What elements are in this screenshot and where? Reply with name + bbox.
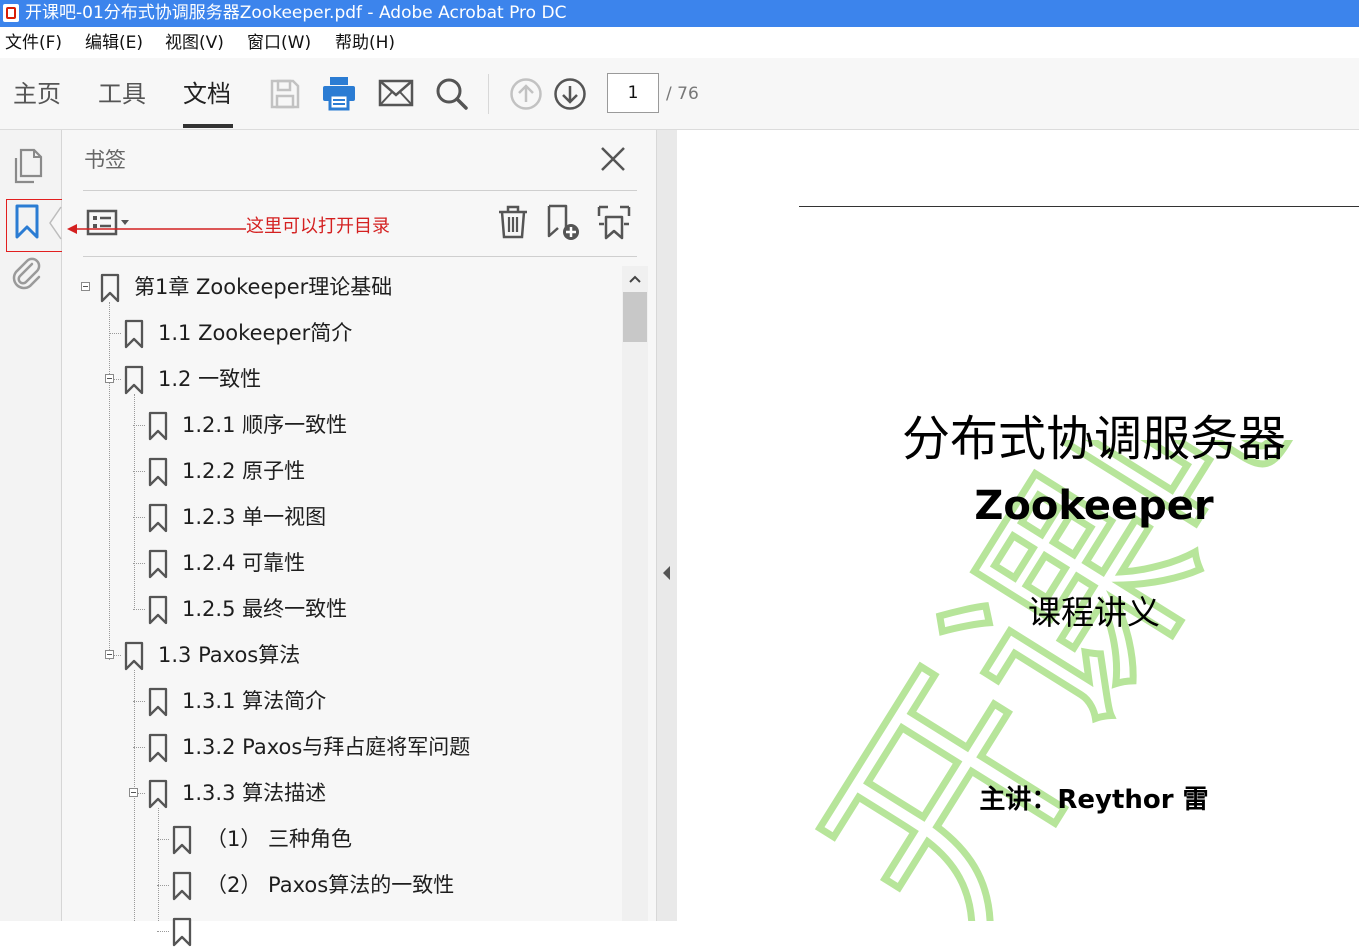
bookmark-label: 1.2.4 可靠性 xyxy=(182,551,306,575)
annotation-text: 这里可以打开目录 xyxy=(246,216,390,237)
prev-page-icon[interactable] xyxy=(509,77,543,111)
menu-help[interactable]: 帮助(H) xyxy=(335,33,395,53)
bookmark-icon xyxy=(148,779,168,809)
panel-pointer-icon xyxy=(49,206,62,240)
next-page-icon[interactable] xyxy=(553,77,587,111)
bookmarks-scrollbar[interactable] xyxy=(622,266,648,921)
document-title: 分布式协调服务器 xyxy=(901,411,1286,467)
collapse-toggle[interactable] xyxy=(105,374,114,383)
bookmark-label: （1） 三种角色 xyxy=(206,827,353,851)
bookmark-icon xyxy=(172,917,192,947)
menu-view[interactable]: 视图(V) xyxy=(165,33,224,53)
attachments-icon[interactable] xyxy=(10,256,44,290)
collapse-toggle[interactable] xyxy=(81,282,90,291)
bookmark-from-structure-icon[interactable] xyxy=(596,204,632,242)
header-rule xyxy=(799,206,1359,207)
tree-connector xyxy=(109,302,110,660)
print-icon[interactable] xyxy=(321,75,357,111)
collapse-toggle[interactable] xyxy=(129,788,138,797)
scrollbar-thumb[interactable] xyxy=(623,292,647,342)
bookmark-icon xyxy=(124,365,144,395)
bookmark-label: 1.3 Paxos算法 xyxy=(158,643,301,667)
bookmark-icon xyxy=(148,503,168,533)
menu-file[interactable]: 文件(F) xyxy=(5,33,62,53)
tree-connector xyxy=(157,931,169,932)
bookmark-label: 第1章 Zookeeper理论基础 xyxy=(134,275,393,299)
bookmark-label: 1.2.1 顺序一致性 xyxy=(182,413,348,437)
tab-tools[interactable]: 工具 xyxy=(98,78,146,110)
bookmark-label: 1.3.1 算法简介 xyxy=(182,689,327,713)
document-subtitle: 课程讲义 xyxy=(1028,593,1160,632)
new-bookmark-icon[interactable] xyxy=(546,204,582,242)
window-title-bar: 开课吧-01分布式协调服务器Zookeeper.pdf - Adobe Acro… xyxy=(0,0,1359,27)
bookmark-label: 1.1 Zookeeper简介 xyxy=(158,321,353,345)
bookmark-label: （2） Paxos算法的一致性 xyxy=(206,873,455,897)
bookmark-icon xyxy=(148,595,168,625)
main-toolbar: 主页 工具 文档 1 / 76 xyxy=(0,58,1359,130)
tab-home[interactable]: 主页 xyxy=(13,78,61,110)
tree-connector xyxy=(134,394,135,610)
tree-connector xyxy=(157,839,169,840)
collapse-toggle[interactable] xyxy=(105,650,114,659)
bookmark-label: 1.3.3 算法描述 xyxy=(182,781,327,805)
tree-connector xyxy=(133,609,145,610)
scroll-up-icon[interactable] xyxy=(627,272,643,286)
bookmark-icon xyxy=(148,687,168,717)
tree-connector xyxy=(157,885,169,886)
delete-icon[interactable] xyxy=(496,204,530,240)
toolbar-separator xyxy=(488,74,489,114)
email-icon[interactable] xyxy=(378,78,414,108)
tree-connector xyxy=(158,808,159,921)
bookmark-label: 1.3.2 Paxos与拜占庭将军问题 xyxy=(182,735,471,759)
tree-connector xyxy=(133,517,145,518)
bookmark-icon xyxy=(148,411,168,441)
acrobat-app-icon xyxy=(3,4,19,22)
bookmark-icon xyxy=(148,733,168,763)
tree-connector xyxy=(109,333,121,334)
tree-connector xyxy=(133,747,145,748)
bookmarks-icon[interactable] xyxy=(14,204,40,240)
bookmark-icon xyxy=(100,273,120,303)
tree-connector xyxy=(133,471,145,472)
document-lecturer: 主讲：Reythor 雷 xyxy=(979,785,1209,815)
panel-title: 书签 xyxy=(84,148,126,172)
save-icon[interactable] xyxy=(268,77,302,111)
bookmark-label: 1.2.3 单一视图 xyxy=(182,505,327,529)
menu-edit[interactable]: 编辑(E) xyxy=(85,33,143,53)
collapse-panel-icon[interactable] xyxy=(660,564,672,582)
tree-connector xyxy=(133,701,145,702)
menu-bar: 文件(F) 编辑(E) 视图(V) 窗口(W) 帮助(H) xyxy=(0,27,1359,58)
bookmark-icon xyxy=(172,825,192,855)
bookmark-icon xyxy=(148,549,168,579)
tab-document[interactable]: 文档 xyxy=(183,78,231,110)
bookmark-icon xyxy=(172,871,192,901)
bookmark-label: 1.2.5 最终一致性 xyxy=(182,597,348,621)
tree-connector xyxy=(133,425,145,426)
menu-window[interactable]: 窗口(W) xyxy=(247,33,311,53)
bookmark-label: 1.2 一致性 xyxy=(158,367,262,391)
close-icon[interactable] xyxy=(600,146,626,172)
panel-splitter[interactable] xyxy=(656,130,677,921)
document-title-sub: Zookeeper xyxy=(974,483,1214,529)
pages-icon[interactable] xyxy=(12,148,44,184)
panel-divider xyxy=(83,190,637,191)
active-tab-indicator xyxy=(183,124,233,128)
search-icon[interactable] xyxy=(434,76,470,112)
bookmark-label: 1.2.2 原子性 xyxy=(182,459,306,483)
bookmark-icon xyxy=(148,457,168,487)
annotation-arrow-icon xyxy=(67,224,246,234)
window-title: 开课吧-01分布式协调服务器Zookeeper.pdf - Adobe Acro… xyxy=(25,3,567,23)
bookmark-icon xyxy=(124,319,144,349)
panel-divider xyxy=(83,256,637,257)
page-number-input[interactable]: 1 xyxy=(607,73,659,113)
tree-connector xyxy=(133,563,145,564)
bookmark-icon xyxy=(124,641,144,671)
page-total: / 76 xyxy=(666,84,699,104)
